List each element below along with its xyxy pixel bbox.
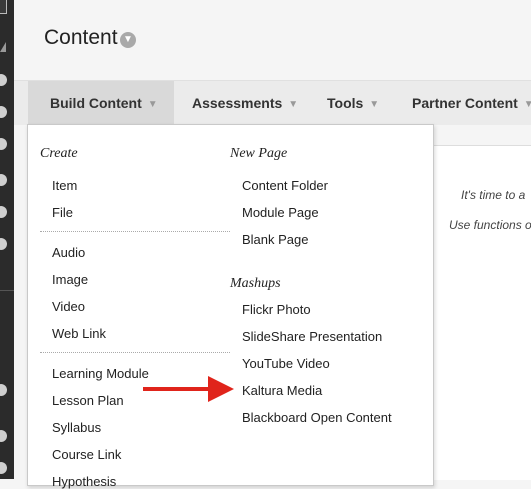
menu-item-web-link[interactable]: Web Link	[52, 326, 106, 341]
action-bar: Build Content ▼ Assessments ▼ Tools ▼ Partn…	[14, 80, 531, 125]
nav-expand-icon[interactable]	[0, 462, 7, 474]
menu-item-flickr-photo[interactable]: Flickr Photo	[242, 302, 311, 317]
nav-expand-icon[interactable]	[0, 430, 7, 442]
nav-expand-icon[interactable]	[0, 384, 7, 396]
nav-expand-icon[interactable]	[0, 106, 7, 118]
chevron-down-icon: ▼	[523, 99, 531, 110]
title-options-icon[interactable]: ▼	[120, 32, 136, 48]
menu-item-slideshare-presentation[interactable]: SlideShare Presentation	[242, 329, 382, 344]
tab-partner-content[interactable]: Partner Content ▼	[412, 81, 531, 125]
chevron-down-icon: ▼	[369, 99, 380, 110]
page-header: Content ▼	[14, 0, 531, 80]
tab-assessments[interactable]: Assessments ▼	[192, 81, 298, 125]
page-title: Content	[44, 26, 118, 49]
menu-item-file[interactable]: File	[52, 205, 73, 220]
menu-divider	[40, 352, 230, 353]
tab-tools[interactable]: Tools ▼	[327, 81, 379, 125]
menu-item-lesson-plan[interactable]: Lesson Plan	[52, 393, 124, 408]
tab-label: Assessments	[192, 95, 283, 111]
left-nav-rail	[0, 0, 14, 479]
menu-item-video[interactable]: Video	[52, 299, 85, 314]
menu-item-hypothesis[interactable]: Hypothesis	[52, 474, 116, 489]
menu-item-blackboard-open-content[interactable]: Blackboard Open Content	[242, 410, 392, 425]
menu-item-youtube-video[interactable]: YouTube Video	[242, 356, 330, 371]
menu-item-module-page[interactable]: Module Page	[242, 205, 319, 220]
nav-expand-icon[interactable]	[0, 174, 7, 186]
home-icon[interactable]	[0, 42, 6, 52]
nav-expand-icon[interactable]	[0, 238, 7, 250]
rail-divider	[0, 290, 14, 291]
menu-item-learning-module[interactable]: Learning Module	[52, 366, 149, 381]
menu-item-blank-page[interactable]: Blank Page	[242, 232, 309, 247]
section-heading-create: Create	[40, 146, 78, 161]
chevron-down-icon: ▼	[288, 99, 299, 110]
menu-item-kaltura-media[interactable]: Kaltura Media	[242, 383, 322, 398]
menu-item-audio[interactable]: Audio	[52, 245, 85, 260]
annotation-arrow-shaft	[143, 387, 213, 391]
tab-label: Tools	[327, 95, 364, 111]
nav-expand-icon[interactable]	[0, 206, 7, 218]
menu-item-image[interactable]: Image	[52, 272, 88, 287]
tab-label: Build Content	[50, 95, 142, 111]
section-heading-mashups: Mashups	[230, 276, 281, 291]
menu-item-syllabus[interactable]: Syllabus	[52, 420, 101, 435]
build-content-menu: Create Item File Audio Image Video Web L…	[27, 124, 434, 489]
annotation-arrow-icon	[208, 376, 234, 402]
empty-state-hint: It's time to a	[461, 188, 526, 202]
empty-state-hint: Use functions o	[449, 218, 531, 232]
nav-expand-icon[interactable]	[0, 74, 7, 86]
menu-item-course-link[interactable]: Course Link	[52, 447, 121, 462]
chevron-down-icon: ▼	[147, 99, 158, 110]
tab-build-content[interactable]: Build Content ▼	[28, 81, 174, 125]
menu-divider	[40, 231, 230, 232]
section-heading-new-page: New Page	[230, 146, 288, 161]
tab-label: Partner Content	[412, 95, 518, 111]
menu-item-content-folder[interactable]: Content Folder	[242, 178, 328, 193]
menu-item-item[interactable]: Item	[52, 178, 77, 193]
nav-expand-icon[interactable]	[0, 138, 7, 150]
menu-toggle-icon[interactable]	[0, 0, 7, 14]
